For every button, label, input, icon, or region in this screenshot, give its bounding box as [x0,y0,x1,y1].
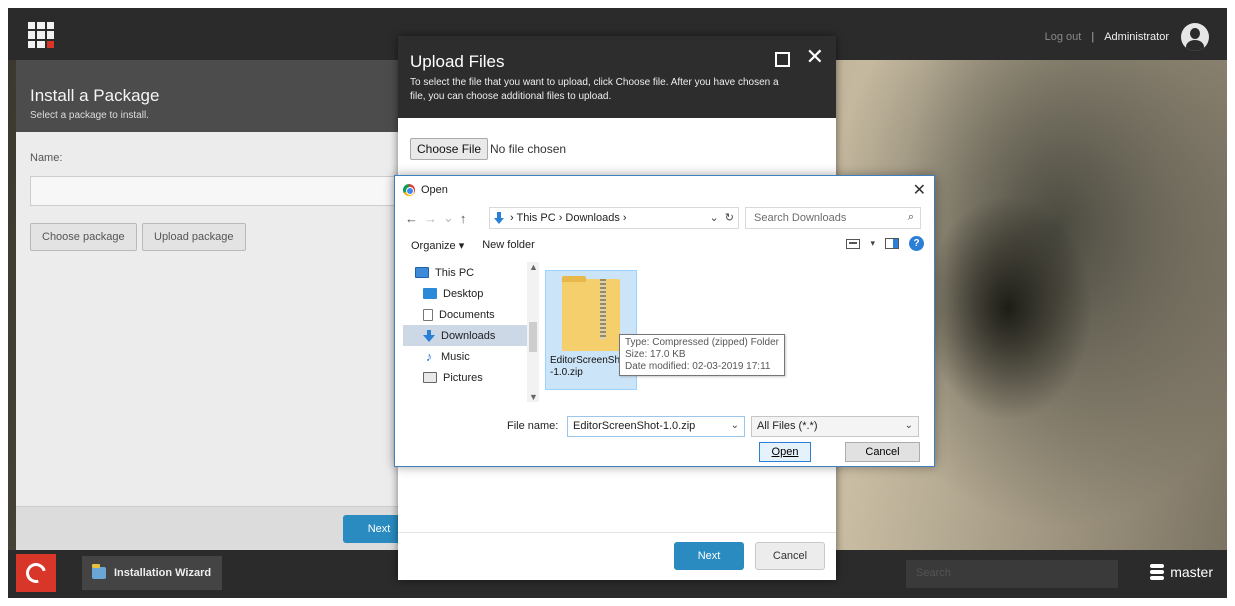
change-view-icon[interactable] [846,238,861,249]
dialog-toolbar: Organize ▾ New folder ▾ ? [395,232,934,258]
tree-item-pictures[interactable]: Pictures [403,367,527,388]
choose-package-button[interactable]: Choose package [30,223,137,251]
close-icon[interactable]: ✕ [913,180,926,200]
computer-icon [415,267,429,278]
breadcrumb[interactable]: › This PC › Downloads › [510,212,627,224]
help-icon[interactable]: ? [909,236,924,251]
install-header: Install a Package Select a package to in… [16,60,406,132]
file-status: No file chosen [490,142,567,156]
open-dialog-titlebar: Open ✕ [395,176,934,204]
tooltip-modified: Date modified: 02-03-2019 17:11 [625,361,771,372]
wizard-icon [92,564,106,579]
filetype-select[interactable]: All Files (*.*) ⌄ [751,416,919,437]
taskbar-item-installation-wizard[interactable]: Installation Wizard [82,556,222,590]
view-dropdown-icon[interactable]: ▾ [870,238,875,249]
upload-package-button[interactable]: Upload package [142,223,246,251]
zip-folder-icon [562,276,620,351]
tooltip-type: Type: Compressed (zipped) Folder [625,337,779,348]
maximize-icon[interactable] [775,52,790,67]
tree-item-label: Documents [439,308,495,321]
tree-item-music[interactable]: ♪ Music [403,346,527,367]
tree-item-label: Pictures [443,371,483,384]
preview-pane-icon[interactable] [885,238,899,249]
tree-item-label: Downloads [441,329,496,342]
separator: | [1091,31,1095,43]
close-icon[interactable]: ✕ [806,46,824,68]
taskbar-item-label: Installation Wizard [114,567,212,579]
page-title: Install a Package [30,86,160,105]
view-controls: ▾ ? [846,236,924,251]
tree-item-downloads[interactable]: Downloads [403,325,527,346]
file-tooltip: Type: Compressed (zipped) Folder Size: 1… [619,334,785,376]
chevron-down-icon[interactable]: ⌄ [905,420,913,431]
dialog-description: To select the file that you want to uplo… [410,77,779,102]
upload-dialog-header: Upload Files To select the file that you… [398,36,836,118]
install-package-panel: Install a Package Select a package to in… [16,60,415,550]
pictures-icon [423,372,437,383]
search-downloads-input[interactable]: Search Downloads ⌕ [745,207,921,229]
search-icon: ⌕ [907,211,914,223]
cancel-button[interactable]: Cancel [845,442,920,462]
name-label: Name: [30,152,63,164]
filename-label: File name: [507,420,559,432]
tree-item-label: This PC [435,266,475,279]
filename-row: File name: EditorScreenShot-1.0.zip ⌄ Al… [395,416,934,438]
logout-link[interactable]: Log out [1045,31,1082,43]
open-file-dialog: Open ✕ ← → ⌄ ↑ › This PC › Downloads › ⌄… [394,175,935,467]
tree-item-this-pc[interactable]: This PC [403,262,527,283]
cancel-button[interactable]: Cancel [755,542,825,570]
back-arrow-icon[interactable]: ← [405,211,418,226]
search-placeholder: Search Downloads [754,212,847,224]
recent-chevron-icon[interactable]: ⌄ [443,210,454,226]
filename-value: EditorScreenShot-1.0.zip [573,420,696,432]
chevron-down-icon[interactable]: ⌄ [731,420,739,431]
desktop-icon [423,288,437,299]
tree-item-label: Music [441,350,470,363]
dialog-title: Upload Files [410,52,505,71]
downloads-icon [494,212,504,224]
filetype-value: All Files (*.*) [757,420,818,432]
navigation-row: ← → ⌄ ↑ › This PC › Downloads › ⌄ ↻ Sear… [395,204,934,232]
database-icon [1150,564,1165,580]
filename-input[interactable]: EditorScreenShot-1.0.zip ⌄ [567,416,745,437]
tree-item-desktop[interactable]: Desktop [403,283,527,304]
tree-item-documents[interactable]: Documents [403,304,527,325]
address-bar[interactable]: › This PC › Downloads › ⌄ ↻ [489,207,739,229]
organize-menu[interactable]: Organize ▾ [411,239,464,252]
next-button[interactable]: Next [674,542,744,570]
downloads-icon [423,329,435,342]
forward-arrow-icon[interactable]: → [424,211,437,226]
avatar[interactable] [1181,23,1209,51]
dialog-title: Open [421,184,448,196]
user-menu: Log out | Administrator [1045,23,1209,51]
app-launcher-icon[interactable] [28,22,54,48]
sitecore-logo-icon[interactable] [16,554,56,592]
install-footer: Next [16,506,415,550]
upload-dialog-footer: Next Cancel [398,532,836,580]
refresh-icon[interactable]: ⌄ ↻ [709,211,734,224]
tree-item-label: Desktop [443,287,484,300]
document-icon [423,308,433,321]
database-name: master [1170,564,1213,580]
choose-file-button[interactable]: Choose File [410,138,489,160]
name-input[interactable] [30,176,406,206]
up-arrow-icon[interactable]: ↑ [460,211,467,226]
music-icon: ♪ [425,349,433,364]
chrome-icon [403,184,415,196]
username[interactable]: Administrator [1104,31,1169,43]
search-input[interactable]: Search [906,560,1118,588]
navigation-tree: This PC Desktop Documents Downloads ♪ Mu… [403,262,539,402]
database-selector[interactable]: master [1150,564,1213,580]
open-button[interactable]: Open [759,442,811,462]
new-folder-button[interactable]: New folder [482,239,535,251]
page-subtitle: Select a package to install. [30,110,149,121]
file-list: EditorScreenShot -1.0.zip Type: Compress… [535,262,931,412]
tooltip-size: Size: 17.0 KB [625,349,686,360]
